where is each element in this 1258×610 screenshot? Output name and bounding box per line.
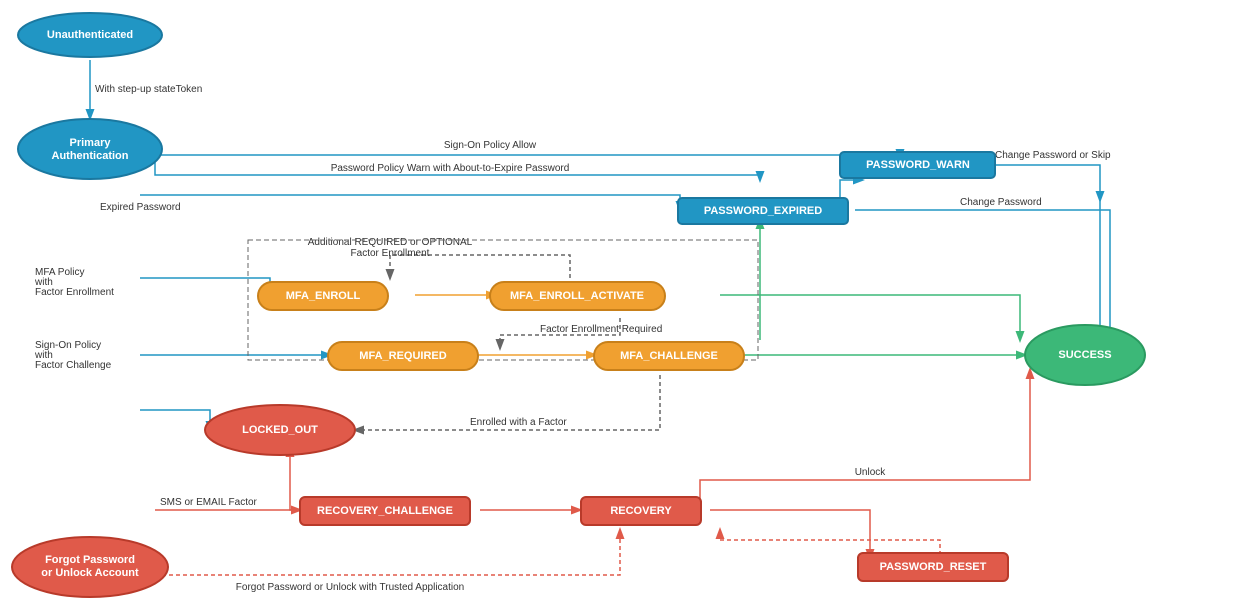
edge-primary-to-enroll bbox=[140, 278, 270, 295]
edge-label-additional-req2: Factor Enrollment bbox=[351, 248, 430, 259]
edge-label-signon-allow: Sign-On Policy Allow bbox=[444, 140, 537, 151]
edge-label-sms-email: SMS or EMAIL Factor bbox=[160, 497, 258, 508]
node-primary-auth-label1: Primary bbox=[70, 137, 112, 149]
edge-label-change-pw: Change Password bbox=[960, 197, 1042, 208]
node-unauthenticated-label: Unauthenticated bbox=[47, 29, 133, 41]
node-password-expired-label: PASSWORD_EXPIRED bbox=[704, 205, 822, 217]
edge-label-forgot-trusted: Forgot Password or Unlock with Trusted A… bbox=[236, 582, 464, 593]
edge-label-expired: Expired Password bbox=[100, 202, 181, 213]
edge-label-stepup: With step-up stateToken bbox=[95, 84, 202, 95]
edge-recovery-to-reset bbox=[710, 510, 870, 558]
edge-forgot-to-recovery-dashed bbox=[155, 530, 620, 575]
edge-pwwarn-change bbox=[985, 165, 1100, 200]
node-success-label: SUCCESS bbox=[1058, 349, 1111, 361]
state-diagram-svg: With step-up stateToken Sign-On Policy A… bbox=[0, 0, 1258, 610]
node-forgot-password-label2: or Unlock Account bbox=[41, 567, 139, 579]
node-recovery-challenge-label: RECOVERY_CHALLENGE bbox=[317, 505, 453, 517]
diagram-container: With step-up stateToken Sign-On Policy A… bbox=[0, 0, 1258, 610]
node-locked-out-label: LOCKED_OUT bbox=[242, 424, 318, 436]
edge-label-factor-enroll-req: Factor Enrollment Required bbox=[540, 324, 662, 335]
node-password-reset-label: PASSWORD_RESET bbox=[880, 561, 987, 573]
edge-recovery-to-success bbox=[700, 370, 1030, 500]
node-mfa-enroll-label: MFA_ENROLL bbox=[286, 290, 361, 302]
edge-activate-to-success bbox=[720, 295, 1020, 340]
edge-label-enrolled: Enrolled with a Factor bbox=[470, 417, 567, 428]
edge-primary-to-locked bbox=[140, 410, 210, 430]
node-forgot-password-label1: Forgot Password bbox=[45, 554, 135, 566]
node-recovery-label: RECOVERY bbox=[610, 505, 672, 517]
edge-label-unlock: Unlock bbox=[855, 467, 887, 478]
node-primary-auth-label2: Authentication bbox=[52, 150, 129, 162]
edge-expired-success bbox=[855, 210, 1110, 340]
node-primary-auth bbox=[18, 119, 162, 179]
edge-label-pw-warn: Password Policy Warn with About-to-Expir… bbox=[331, 163, 570, 174]
edge-label-signon-factor3: Factor Challenge bbox=[35, 360, 112, 371]
node-mfa-required-label: MFA_REQUIRED bbox=[359, 350, 446, 362]
node-mfa-challenge-label: MFA_CHALLENGE bbox=[620, 350, 718, 362]
node-password-warn-label: PASSWORD_WARN bbox=[866, 159, 970, 171]
edge-label-mfa-policy3: Factor Enrollment bbox=[35, 287, 114, 298]
edge-primary-to-expired bbox=[140, 195, 680, 210]
edge-reset-to-recovery bbox=[720, 530, 940, 555]
node-mfa-enroll-activate-label: MFA_ENROLL_ACTIVATE bbox=[510, 290, 644, 302]
edge-label-change-pw-skip: Change Password or Skip bbox=[995, 150, 1111, 161]
edge-label-additional-req: Additional REQUIRED or OPTIONAL bbox=[308, 237, 473, 248]
